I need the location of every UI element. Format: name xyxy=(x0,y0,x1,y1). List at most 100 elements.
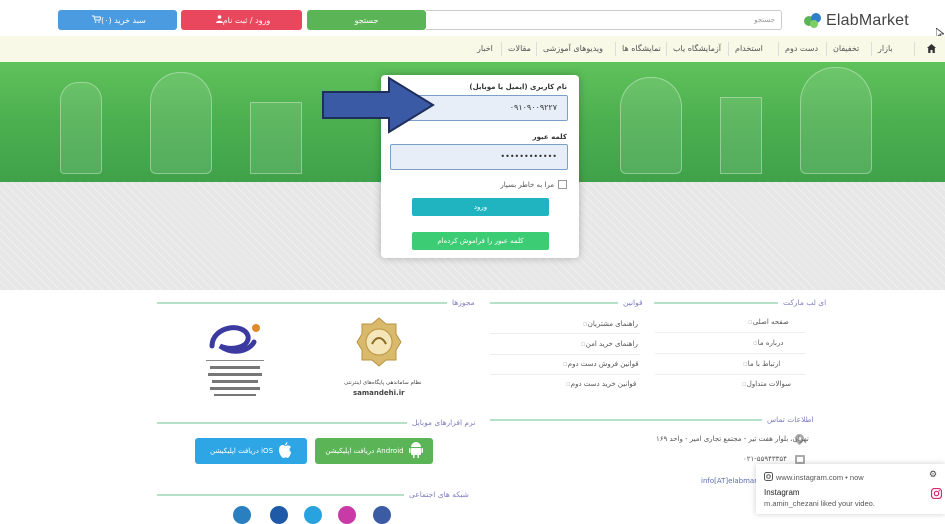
android-icon xyxy=(408,442,423,460)
nav-item-lab-finder[interactable]: آزمایشگاه یاب xyxy=(673,36,721,62)
footer-about-title: ای لب مارکت xyxy=(783,298,827,307)
footer-link-home[interactable]: صفحه اصلی▫ xyxy=(744,318,789,326)
footer-apps-title: نرم افزارهای موبایل xyxy=(412,418,476,427)
footer-link-faq[interactable]: سوالات متداول▫ xyxy=(738,380,791,388)
logo-text: ElabMarket xyxy=(826,12,909,29)
nav-item-news[interactable]: اخبار xyxy=(477,36,493,62)
main-nav-bar: بازار تخفیفان دست دوم استخدام آزمایشگاه … xyxy=(0,36,945,63)
instagram-small-icon xyxy=(764,472,773,483)
cart-button[interactable]: سبد خرید (۰) xyxy=(58,10,177,30)
hero-glassware xyxy=(60,82,102,174)
forgot-password-label: کلمه عبور را فراموش کرده‌ام xyxy=(437,237,524,245)
remember-me[interactable]: مرا به خاطر بسپار xyxy=(500,180,567,189)
nav-item-jobs[interactable]: استخدام xyxy=(735,36,763,62)
apple-icon xyxy=(278,442,292,460)
forgot-password-button[interactable]: کلمه عبور را فراموش کرده‌ام xyxy=(412,232,549,250)
login-label: ورود / ثبت نام xyxy=(222,15,271,25)
instagram-notification-toast[interactable]: www.instagram.com • now ⚙ Instagram m.am… xyxy=(756,464,945,514)
hero-glassware xyxy=(150,72,212,174)
nav-separator xyxy=(778,42,779,56)
telegram-icon[interactable] xyxy=(233,506,251,524)
link-divider xyxy=(490,333,640,334)
footer-social-title: شبکه های اجتماعی xyxy=(409,490,469,499)
nav-item-discounts[interactable]: تخفیفان xyxy=(833,36,859,62)
nav-item-second-hand[interactable]: دست دوم xyxy=(785,36,818,62)
footer-link-used-purchase-rules[interactable]: قوانین خرید دست دوم▫ xyxy=(562,380,636,388)
instagram-app-icon xyxy=(930,487,943,501)
settings-gear-icon[interactable]: ⚙ xyxy=(929,469,937,480)
footer-licenses-title: مجوزها xyxy=(452,298,475,307)
footer-contact-title: اطلاعات تماس xyxy=(767,415,814,424)
android-app-button[interactable]: دریافت اپلیکیشن Android xyxy=(315,438,433,464)
cart-label: سبد خرید (۰) xyxy=(101,15,146,25)
twitter-icon[interactable] xyxy=(304,506,322,524)
top-bar: سبد خرید (۰) ورود / ثبت نام جستجو جستجو … xyxy=(0,0,945,40)
search-button-label: جستجو xyxy=(354,15,379,25)
submit-login-label: ورود xyxy=(473,203,488,211)
nav-item-bazaar[interactable]: بازار xyxy=(878,36,893,62)
footer-link-safe-purchase[interactable]: راهنمای خرید امن▫ xyxy=(577,340,638,348)
hero-glassware xyxy=(620,77,682,174)
link-divider xyxy=(655,353,805,354)
contact-email[interactable]: info[AT]elabmark xyxy=(701,477,761,485)
notification-message: m.amin_chezani liked your video. xyxy=(764,499,875,508)
remember-me-checkbox[interactable] xyxy=(558,180,567,189)
annotation-arrow-icon xyxy=(322,76,435,134)
hero-glassware xyxy=(720,97,762,174)
elabmarket-logo[interactable]: ElabMarket xyxy=(803,10,909,32)
nav-item-exhibitions[interactable]: نمایشگاه ها xyxy=(622,36,661,62)
search-button[interactable]: جستجو xyxy=(307,10,426,30)
section-divider xyxy=(490,419,762,421)
section-divider xyxy=(157,302,447,304)
search-placeholder: جستجو xyxy=(754,16,775,24)
username-label: نام کاربری (ایمیل یا موبایل) xyxy=(469,83,567,91)
contact-address: تهران، بلوار هفت تیر - مجتمع تجاری امیر … xyxy=(656,435,809,443)
samandehi-seal-icon[interactable] xyxy=(356,316,402,376)
nav-separator xyxy=(666,42,667,56)
android-app-label: دریافت اپلیکیشن Android xyxy=(325,447,404,455)
section-divider xyxy=(654,302,778,304)
password-input[interactable]: •••••••••••• xyxy=(390,144,568,170)
link-divider xyxy=(655,374,805,375)
nav-item-articles[interactable]: مقالات xyxy=(508,36,531,62)
section-divider xyxy=(490,302,618,304)
footer-link-customer-guide[interactable]: راهنمای مشتریان▫ xyxy=(579,320,638,328)
login-register-button[interactable]: ورود / ثبت نام xyxy=(181,10,302,30)
nav-separator xyxy=(728,42,729,56)
home-icon[interactable] xyxy=(927,44,936,55)
contact-phone: ۰۲۱-۵۵۹۴۳۳۵۴ xyxy=(743,455,787,463)
user-icon xyxy=(215,15,223,25)
footer-link-contact[interactable]: ارتباط با ما▫ xyxy=(739,360,780,368)
ios-app-label: دریافت اپلیکیشن iOS xyxy=(209,447,274,455)
nav-separator xyxy=(536,42,537,56)
remember-me-label: مرا به خاطر بسپار xyxy=(500,180,554,189)
samandehi-caption: samandehi.ir xyxy=(353,389,405,397)
link-divider xyxy=(490,354,640,355)
nav-separator xyxy=(914,42,915,56)
samandehi-subtitle: نظام ساماندهی پایگاه‌های اینترنتی xyxy=(344,380,422,386)
nav-separator xyxy=(501,42,502,56)
password-label: کلمه عبور xyxy=(532,133,567,141)
hero-glassware xyxy=(800,67,872,174)
instagram-icon[interactable] xyxy=(338,506,356,524)
linkedin-icon[interactable] xyxy=(270,506,288,524)
section-divider xyxy=(157,494,404,496)
nav-item-videos[interactable]: ویدیوهای آموزشی xyxy=(543,36,603,62)
submit-login-button[interactable]: ورود xyxy=(412,198,549,216)
section-divider xyxy=(157,422,407,424)
nav-separator xyxy=(826,42,827,56)
footer-link-about[interactable]: درباره ما▫ xyxy=(749,339,783,347)
nav-separator xyxy=(615,42,616,56)
facebook-icon[interactable] xyxy=(373,506,391,524)
enamad-trust-seal-icon[interactable] xyxy=(204,316,266,398)
search-input[interactable]: جستجو xyxy=(426,10,782,30)
hero-glassware xyxy=(250,102,302,174)
notification-title: Instagram xyxy=(764,488,800,497)
ios-app-button[interactable]: دریافت اپلیکیشن iOS xyxy=(195,438,307,464)
nav-separator xyxy=(871,42,872,56)
footer-link-used-sale-rules[interactable]: قوانین فروش دست دوم▫ xyxy=(559,360,639,368)
link-divider xyxy=(655,332,805,333)
footer-rules-title: قوانین xyxy=(623,298,643,307)
password-value: •••••••••••• xyxy=(500,152,557,161)
link-divider xyxy=(490,374,640,375)
